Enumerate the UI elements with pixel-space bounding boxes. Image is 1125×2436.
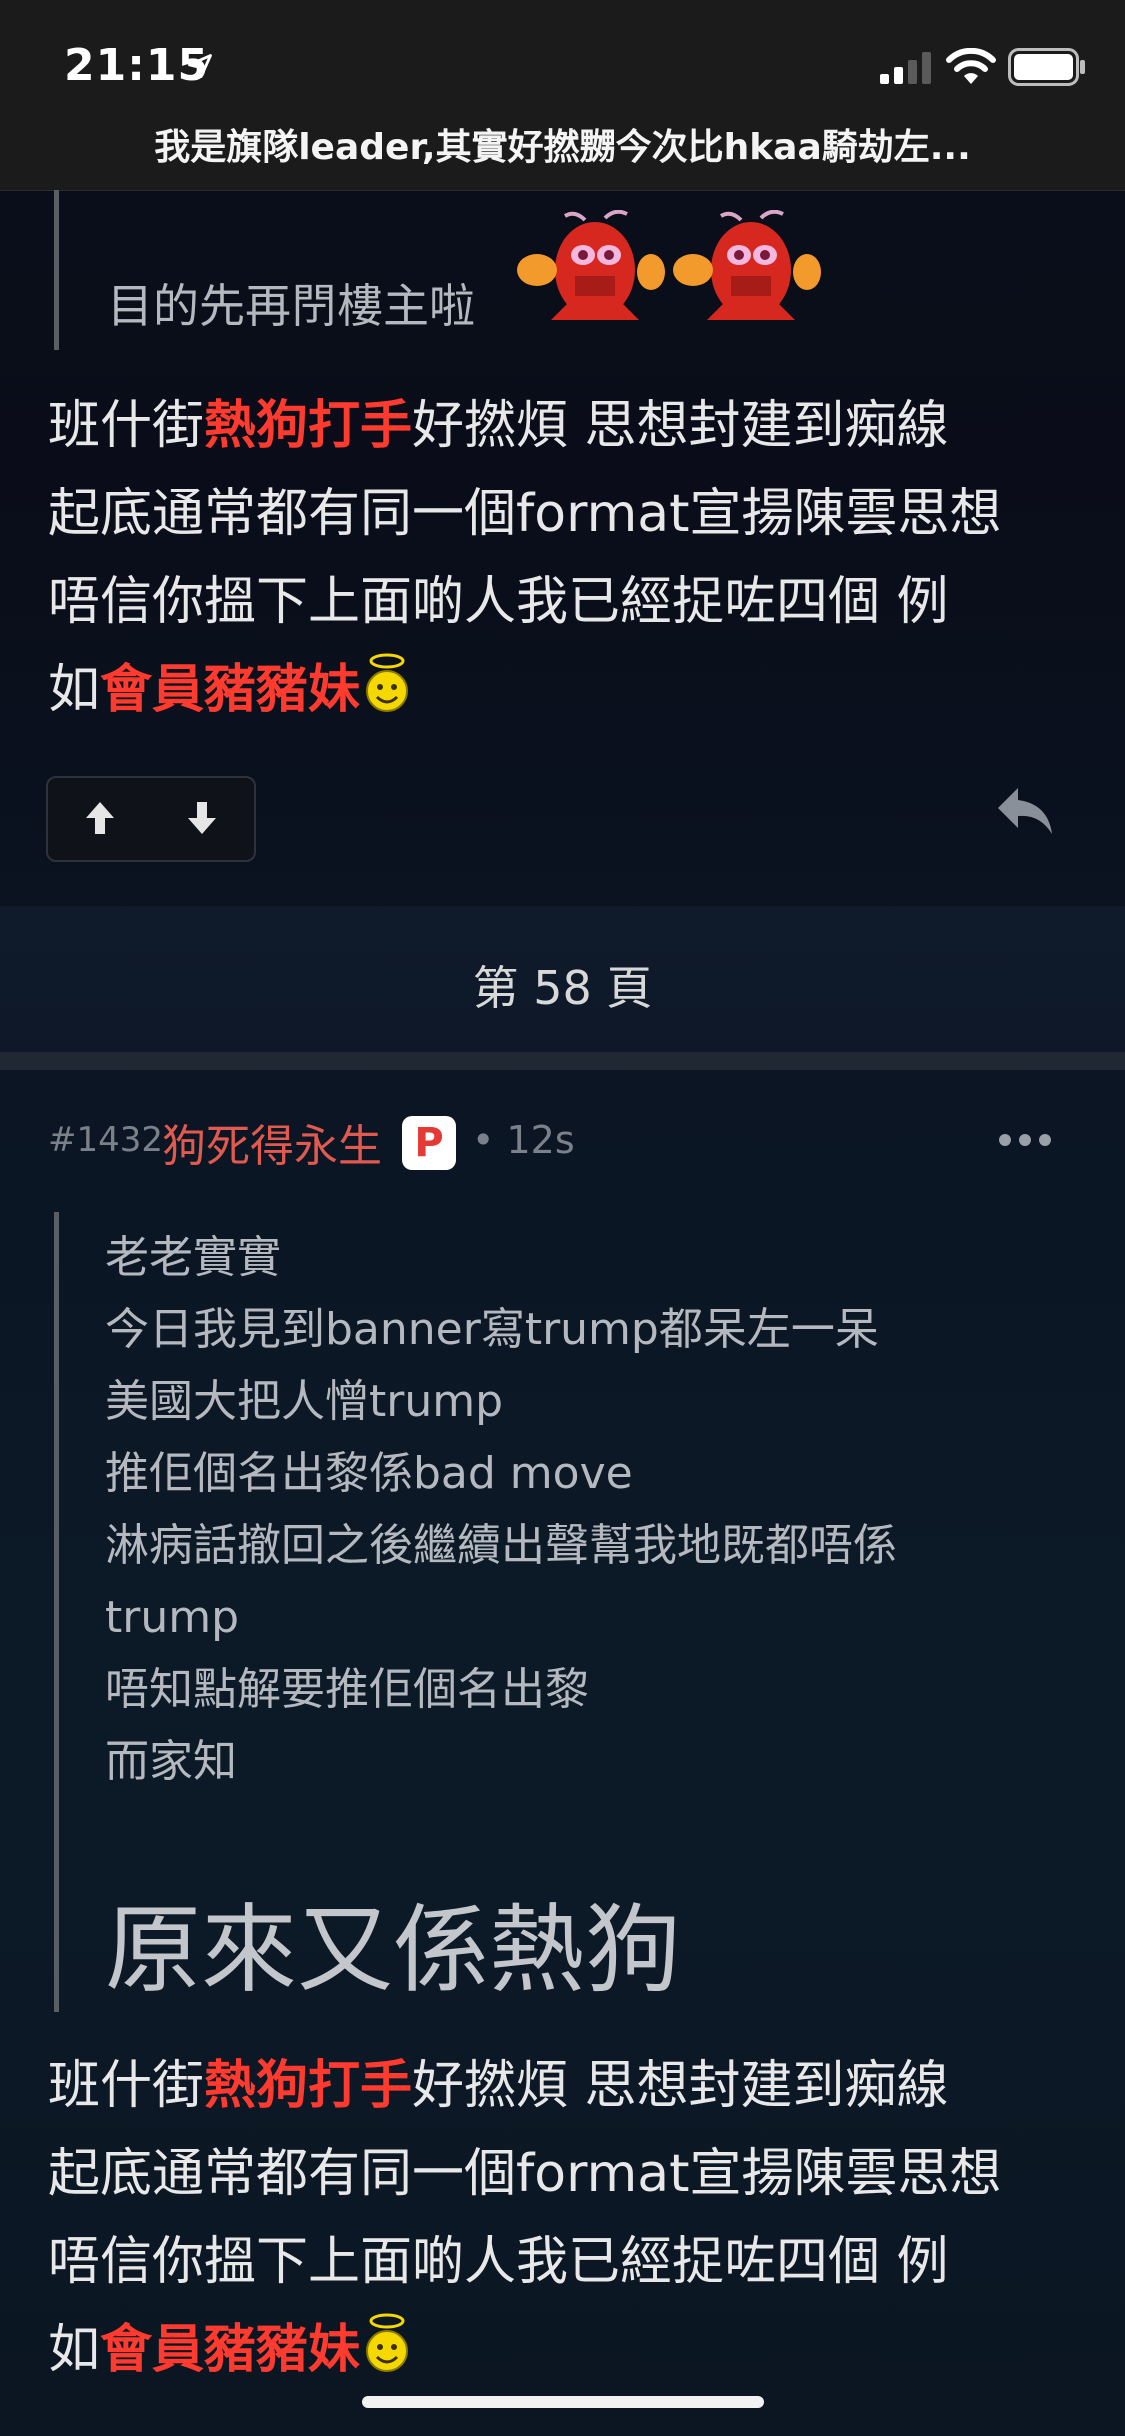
quote-line: 今日我見到banner寫trump都呆左一呆	[105, 1304, 879, 1355]
highlight-text: 熱狗打手	[204, 396, 413, 456]
battery-icon	[1008, 48, 1085, 86]
thread-title[interactable]: 我是旗隊leader,其實好撚嬲今次比hkaa騎劫左...	[0, 118, 1125, 170]
post1-body-line: 起底通常都有同一個format宣揚陳雲思想	[48, 484, 1002, 544]
post-number: #1432	[48, 1120, 164, 1160]
quote-line: 美國大把人憎trump	[105, 1376, 504, 1427]
text-segment: 班什街	[48, 2056, 205, 2116]
post1-quote-block: 目的先再閅樓主啦	[54, 190, 1059, 350]
quote-line: 老老實實	[105, 1232, 281, 1283]
cellular-signal-icon	[880, 52, 931, 84]
downvote-arrow-icon[interactable]	[180, 796, 224, 840]
member-link[interactable]: 會員豬豬妹	[100, 660, 360, 720]
angel-emoji-icon	[366, 2313, 409, 2372]
post1-body-line: 班什街熱狗打手好撚煩 思想封建到痴線	[48, 382, 1088, 470]
upvote-arrow-icon[interactable]	[78, 796, 122, 840]
highlight-text: 熱狗打手	[204, 2056, 413, 2116]
shrimp-emoji-icon	[673, 210, 821, 320]
quote-line: 唔知點解要推佢個名出黎	[105, 1664, 589, 1715]
poster-badge: P	[402, 1116, 456, 1170]
top-bar: 21:15 我是旗隊leader,其實好撚嬲今次比hkaa騎劫左...	[0, 0, 1125, 191]
post2-quote-block: 老老實實 今日我見到banner寫trump都呆左一呆 美國大把人憎trump …	[54, 1212, 1059, 2012]
post1-body-line: 如會員豬豬妹	[48, 646, 1088, 734]
reply-icon[interactable]	[994, 782, 1056, 838]
text-segment: 如	[48, 2320, 101, 2380]
quote-line: 而家知	[105, 1736, 237, 1787]
shrimp-emoji-icon	[517, 210, 665, 320]
post2-body-line: 唔信你搵下上面啲人我已經捉咗四個 例	[48, 2232, 949, 2292]
text-segment: 班什街	[48, 396, 205, 456]
text-segment: 如	[48, 660, 101, 720]
post1-quote-text: 目的先再閅樓主啦	[107, 279, 475, 333]
angel-emoji-icon	[366, 653, 409, 712]
location-arrow-icon	[188, 54, 212, 78]
post1-body-line: 唔信你搵下上面啲人我已經捉咗四個 例	[48, 572, 949, 632]
home-indicator[interactable]	[362, 2396, 764, 2408]
vote-box	[46, 776, 256, 862]
text-segment: 好撚煩 思想封建到痴線	[412, 2056, 949, 2116]
post-author[interactable]: 狗死得永生	[162, 1110, 382, 1174]
quote-line: 推佢個名出黎係bad move	[105, 1448, 633, 1499]
section-separator	[0, 1052, 1125, 1070]
text-segment: 好撚煩 思想封建到痴線	[412, 396, 949, 456]
page-divider: 第 58 頁	[0, 906, 1125, 1052]
member-link[interactable]: 會員豬豬妹	[100, 2320, 360, 2380]
more-options-icon[interactable]	[996, 1126, 1054, 1154]
post2-body: 班什街熱狗打手好撚煩 思想封建到痴線 起底通常都有同一個format宣揚陳雲思想…	[48, 2042, 1088, 2394]
wifi-icon	[946, 48, 996, 84]
post1-body: 班什街熱狗打手好撚煩 思想封建到痴線 起底通常都有同一個format宣揚陳雲思想…	[48, 382, 1088, 734]
quote-lines: 老老實實 今日我見到banner寫trump都呆左一呆 美國大把人憎trump …	[105, 1222, 1065, 1798]
quote-line: trump	[105, 1592, 240, 1643]
page-number-label: 第 58 頁	[472, 961, 653, 1015]
quote-line: 淋病話撤回之後繼續出聲幫我地既都唔係	[105, 1520, 897, 1571]
post2-body-line: 班什街熱狗打手好撚煩 思想封建到痴線	[48, 2042, 1088, 2130]
post-timestamp: • 12s	[472, 1118, 575, 1162]
quote-large-text: 原來又係熱狗	[105, 1894, 681, 2006]
post2-body-line: 起底通常都有同一個format宣揚陳雲思想	[48, 2144, 1002, 2204]
post2-body-line: 如會員豬豬妹	[48, 2306, 1088, 2394]
